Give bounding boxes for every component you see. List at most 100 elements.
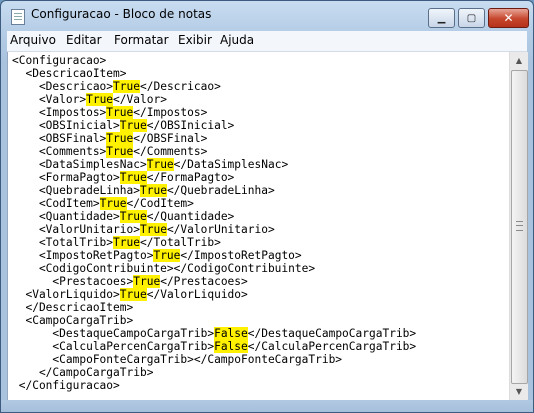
text-line: <Quantidade>True</Quantidade> xyxy=(12,210,416,223)
highlighted-value: True xyxy=(119,171,147,184)
text-line: <DestaqueCampoCargaTrib>False</DestaqueC… xyxy=(12,327,416,340)
text-segment: <ValorLiquido> xyxy=(12,288,120,301)
window-bottom-frame xyxy=(1,400,533,412)
text-segment: </ImpostoRetPagto> xyxy=(180,249,302,262)
close-button[interactable]: ✕ xyxy=(488,8,529,28)
text-line: <CodigoContribuinte></CodigoContribuinte… xyxy=(12,262,416,275)
menu-ajuda[interactable]: Ajuda xyxy=(220,33,254,47)
arrow-up-icon: ▲ xyxy=(515,56,523,65)
text-segment: </CalculaPercenCargaTrib> xyxy=(247,340,417,353)
menu-editar[interactable]: Editar xyxy=(66,33,102,47)
document-text[interactable]: <Configuracao> <DescricaoItem> <Descrica… xyxy=(12,54,416,392)
scroll-up-button[interactable]: ▲ xyxy=(511,52,527,69)
notepad-icon xyxy=(11,9,25,25)
window-title: Configuracao - Bloco de notas xyxy=(31,7,212,21)
scroll-down-button[interactable]: ▼ xyxy=(511,383,527,400)
text-segment: <Configuracao> xyxy=(12,54,107,67)
text-segment: </Configuracao> xyxy=(12,379,120,392)
text-line: <OBSFinal>True</OBSFinal> xyxy=(12,132,416,145)
highlighted-value: True xyxy=(139,223,167,236)
text-segment: </Prestacoes> xyxy=(160,275,248,288)
text-line: <Impostos>True</Impostos> xyxy=(12,106,416,119)
text-line: <Valor>True</Valor> xyxy=(12,93,416,106)
highlighted-value: True xyxy=(113,236,140,249)
minimize-icon: ▁ xyxy=(437,12,446,24)
text-line: <ValorLiquido>True</ValorLiquido> xyxy=(12,288,416,301)
highlighted-value: False xyxy=(214,327,248,340)
menu-formatar[interactable]: Formatar xyxy=(114,33,169,47)
text-segment: <TotalTrib> xyxy=(12,236,114,249)
highlighted-value: True xyxy=(119,210,147,223)
title-bar[interactable]: Configuracao - Bloco de notas ▁ ▢ ✕ xyxy=(1,1,533,31)
text-segment: <CampoFonteCargaTrib></CampoFonteCargaTr… xyxy=(12,353,343,366)
text-segment: <ValorUnitario> xyxy=(12,223,140,236)
highlighted-value: True xyxy=(119,288,147,301)
text-segment: </Valor> xyxy=(113,93,167,106)
text-line: </CampoCargaTrib> xyxy=(12,366,416,379)
text-segment: <Valor> xyxy=(12,93,87,106)
text-segment: <OBSInicial> xyxy=(12,119,120,132)
text-line: </DescricaoItem> xyxy=(12,301,416,314)
text-line: <TotalTrib>True</TotalTrib> xyxy=(12,236,416,249)
text-segment: </DescricaoItem> xyxy=(12,301,134,314)
text-segment: </QuebradeLinha> xyxy=(166,184,275,197)
text-segment: <Prestacoes> xyxy=(12,275,134,288)
text-segment: <CodItem> xyxy=(12,197,100,210)
highlighted-value: False xyxy=(214,340,248,353)
text-line: <Descricao>True</Descricao> xyxy=(12,80,416,93)
text-line: <CampoCargaTrib> xyxy=(12,314,416,327)
text-segment: <FormaPagto> xyxy=(12,171,120,184)
highlighted-value: True xyxy=(139,184,167,197)
text-segment: <CalculaPercenCargaTrib> xyxy=(12,340,215,353)
text-line: <OBSInicial>True</OBSInicial> xyxy=(12,119,416,132)
text-segment: <CampoCargaTrib> xyxy=(12,314,134,327)
highlighted-value: True xyxy=(86,93,114,106)
text-segment: <Impostos> xyxy=(12,106,107,119)
text-line: <Configuracao> xyxy=(12,54,416,67)
highlighted-value: True xyxy=(106,132,134,145)
menu-exibir[interactable]: Exibir xyxy=(178,33,212,47)
text-line: <Comments>True</Comments> xyxy=(12,145,416,158)
text-editor[interactable]: <Configuracao> <DescricaoItem> <Descrica… xyxy=(7,52,510,400)
text-line: <Prestacoes>True</Prestacoes> xyxy=(12,275,416,288)
text-segment: <Quantidade> xyxy=(12,210,120,223)
highlighted-value: True xyxy=(106,106,134,119)
minimize-button[interactable]: ▁ xyxy=(428,8,455,28)
text-line: <DescricaoItem> xyxy=(12,67,416,80)
text-segment: </DataSimplesNac> xyxy=(173,158,289,171)
text-segment: <CodigoContribuinte></CodigoContribuinte… xyxy=(12,262,316,275)
menu-bar: Arquivo Editar Formatar Exibir Ajuda xyxy=(7,31,527,52)
maximize-button[interactable]: ▢ xyxy=(458,8,485,28)
maximize-icon: ▢ xyxy=(466,12,477,24)
text-line: <CodItem>True</CodItem> xyxy=(12,197,416,210)
highlighted-value: True xyxy=(146,158,174,171)
close-icon: ✕ xyxy=(503,11,514,25)
text-segment: </Descricao> xyxy=(140,80,221,93)
text-segment: <DataSimplesNac> xyxy=(12,158,147,171)
vertical-scrollbar[interactable]: ▲ ▼ xyxy=(509,52,528,400)
highlighted-value: True xyxy=(99,197,127,210)
text-line: <QuebradeLinha>True</QuebradeLinha> xyxy=(12,184,416,197)
scroll-thumb[interactable] xyxy=(511,70,528,384)
menu-arquivo[interactable]: Arquivo xyxy=(10,33,56,47)
text-segment: <QuebradeLinha> xyxy=(12,184,140,197)
text-line: <DataSimplesNac>True</DataSimplesNac> xyxy=(12,158,416,171)
text-segment: <ImpostoRetPagto> xyxy=(12,249,154,262)
text-segment: </CodItem> xyxy=(126,197,194,210)
text-segment: <Comments> xyxy=(12,145,107,158)
highlighted-value: True xyxy=(106,145,134,158)
text-segment: </OBSFinal> xyxy=(133,132,208,145)
text-segment: </Comments> xyxy=(133,145,208,158)
text-segment: </CampoCargaTrib> xyxy=(12,366,154,379)
highlighted-value: True xyxy=(113,80,140,93)
text-segment: <DescricaoItem> xyxy=(12,67,127,80)
text-segment: </ValorUnitario> xyxy=(166,223,275,236)
text-segment: </Quantidade> xyxy=(146,210,235,223)
text-line: </Configuracao> xyxy=(12,379,416,392)
notepad-window: Configuracao - Bloco de notas ▁ ▢ ✕ Arqu… xyxy=(0,0,534,413)
text-line: <FormaPagto>True</FormaPagto> xyxy=(12,171,416,184)
text-line: <CampoFonteCargaTrib></CampoFonteCargaTr… xyxy=(12,353,416,366)
text-segment: </OBSInicial> xyxy=(146,119,235,132)
text-segment: </DestaqueCampoCargaTrib> xyxy=(247,327,417,340)
text-segment: <OBSFinal> xyxy=(12,132,107,145)
